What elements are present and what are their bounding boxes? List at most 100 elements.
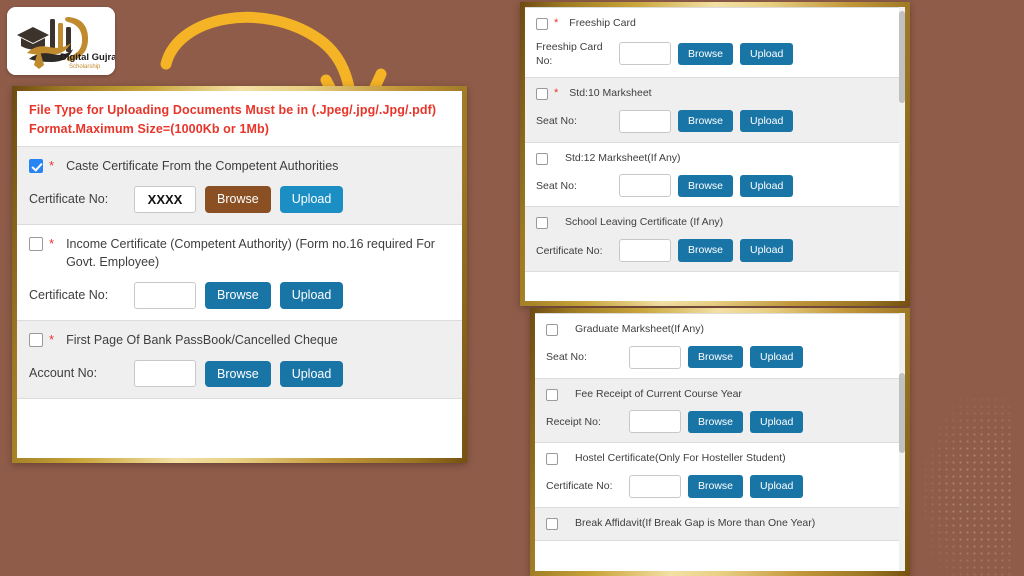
document-number-input[interactable] xyxy=(629,345,681,369)
document-row-header: *Break Affidavit(If Break Gap is More th… xyxy=(546,516,894,531)
document-checkbox[interactable] xyxy=(546,453,558,466)
upload-button[interactable]: Upload xyxy=(750,410,804,434)
browse-button[interactable]: Browse xyxy=(688,345,744,369)
file-type-notice: File Type for Uploading Documents Must b… xyxy=(17,91,462,146)
document-number-input[interactable] xyxy=(629,410,681,434)
document-row-controls: Account No: Browse Upload xyxy=(29,360,450,388)
browse-button[interactable]: Browse xyxy=(205,282,271,309)
upload-button[interactable]: Upload xyxy=(740,109,794,133)
document-row-controls: Freeship Card No: Browse Upload xyxy=(536,40,894,68)
document-checkbox[interactable] xyxy=(546,388,558,401)
document-checkbox[interactable] xyxy=(29,236,43,251)
field-label: Seat No: xyxy=(546,351,587,364)
document-row-header: * First Page Of Bank PassBook/Cancelled C… xyxy=(29,331,450,349)
document-row: *Fee Receipt of Current Course Year Recei… xyxy=(535,378,905,444)
document-row-controls: Seat No: Browse Upload xyxy=(536,109,894,133)
required-asterisk: * xyxy=(49,332,55,348)
upload-button[interactable]: Upload xyxy=(740,174,794,198)
svg-text:Scholarship: Scholarship xyxy=(69,64,101,70)
document-row-controls: Seat No: Browse Upload xyxy=(546,345,894,369)
document-checkbox[interactable] xyxy=(536,217,548,230)
document-checkbox[interactable] xyxy=(29,333,43,348)
document-checkbox[interactable] xyxy=(536,18,548,30)
browse-button[interactable]: Browse xyxy=(688,410,744,434)
svg-text:Digital Gujrat: Digital Gujrat xyxy=(60,52,115,63)
field-label: Certificate No: xyxy=(536,244,603,257)
required-asterisk: * xyxy=(554,87,559,100)
document-label: Freeship Card xyxy=(569,17,636,29)
document-checkbox[interactable] xyxy=(536,152,548,165)
document-row-header: *School Leaving Certificate (If Any) xyxy=(536,215,894,230)
document-row-header: *Hostel Certificate(Only For Hosteller S… xyxy=(546,451,894,466)
browse-button[interactable]: Browse xyxy=(688,475,744,498)
document-row: *School Leaving Certificate (If Any) Cert… xyxy=(525,207,905,273)
field-label: Account No: xyxy=(29,366,98,381)
document-number-input[interactable] xyxy=(134,360,196,388)
decorative-dot-grid xyxy=(922,396,1014,576)
notice-line-1: File Type for Uploading Documents Must b… xyxy=(29,103,437,117)
field-label: Certificate No: xyxy=(546,480,613,493)
scrollbar-thumb[interactable] xyxy=(899,373,905,453)
document-number-input[interactable] xyxy=(619,42,671,66)
document-label: Income Certificate (Competent Authority)… xyxy=(66,236,435,269)
screenshot-stage: Digital Gujrat Scholarship File Type for… xyxy=(0,0,1024,576)
document-label: Graduate Marksheet(If Any) xyxy=(575,323,704,335)
document-row: * Freeship Card Freeship Card No: Browse Upl… xyxy=(525,8,905,79)
document-row-list: *Graduate Marksheet(If Any) Seat No: Brows… xyxy=(535,313,905,541)
document-row-controls: Certificate No: Browse Upload xyxy=(29,185,450,213)
document-row: * First Page Of Bank PassBook/Cancelled C… xyxy=(17,321,462,400)
document-row-controls: Seat No: Browse Upload xyxy=(536,174,894,198)
document-number-input[interactable] xyxy=(619,239,671,263)
required-asterisk: * xyxy=(554,17,559,29)
browse-button[interactable]: Browse xyxy=(678,109,734,133)
upload-button[interactable]: Upload xyxy=(750,475,804,498)
browse-button[interactable]: Browse xyxy=(678,239,734,262)
scrollbar-track[interactable] xyxy=(899,313,905,571)
document-checkbox[interactable] xyxy=(536,88,548,101)
document-checkbox[interactable] xyxy=(546,518,558,531)
browse-button[interactable]: Browse xyxy=(678,174,734,198)
field-label: Seat No: xyxy=(536,115,577,128)
scrollbar-thumb[interactable] xyxy=(899,11,905,103)
document-label: Hostel Certificate(Only For Hosteller St… xyxy=(575,452,786,465)
browse-button[interactable]: Browse xyxy=(205,186,271,213)
document-row-controls: Certificate No: Browse Upload xyxy=(536,239,894,263)
browse-button[interactable]: Browse xyxy=(678,42,734,66)
document-row-list: * Caste Certificate From the Competent Au… xyxy=(17,145,462,400)
document-number-input[interactable] xyxy=(619,109,671,133)
document-number-input[interactable] xyxy=(619,174,671,198)
document-label: Std:10 Marksheet xyxy=(569,87,652,100)
document-label: Break Affidavit(If Break Gap is More tha… xyxy=(575,517,816,530)
document-row-header: * Income Certificate (Competent Authority… xyxy=(29,235,450,271)
document-row: * Std:10 Marksheet Seat No: Browse Upload xyxy=(525,78,905,143)
document-row: * Caste Certificate From the Competent Au… xyxy=(17,146,462,225)
document-row: *Std:12 Marksheet(If Any) Seat No: BrowseU… xyxy=(525,142,905,208)
document-label: Fee Receipt of Current Course Year xyxy=(575,387,742,400)
notice-line-2: Format.Maximum Size=(1000Kb or 1Mb) xyxy=(29,122,270,137)
required-asterisk: * xyxy=(49,157,55,173)
document-row-header: *Std:12 Marksheet(If Any) xyxy=(536,151,894,166)
browse-button[interactable]: Browse xyxy=(205,360,271,387)
document-checkbox[interactable] xyxy=(546,324,558,336)
document-row: *Graduate Marksheet(If Any) Seat No: Brows… xyxy=(535,314,905,379)
document-checkbox[interactable] xyxy=(29,158,43,173)
document-number-input[interactable] xyxy=(134,282,196,310)
upload-button[interactable]: Upload xyxy=(750,345,804,369)
upload-button[interactable]: Upload xyxy=(279,282,344,309)
upload-button[interactable]: Upload xyxy=(740,42,794,66)
upload-button[interactable]: Upload xyxy=(279,186,344,213)
document-number-input[interactable] xyxy=(134,185,196,213)
upload-button[interactable]: Upload xyxy=(740,239,794,262)
field-label: Seat No: xyxy=(536,179,577,192)
document-row-list: * Freeship Card Freeship Card No: Browse Upl… xyxy=(525,7,905,273)
document-row-header: *Graduate Marksheet(If Any) xyxy=(546,322,894,337)
scrollbar-track[interactable] xyxy=(899,7,905,301)
document-row: * Income Certificate (Competent Authority… xyxy=(17,224,462,322)
field-label: Freeship Card No: xyxy=(536,40,603,67)
document-row-header: * Caste Certificate From the Competent Au… xyxy=(29,157,450,175)
upload-documents-panel-main: File Type for Uploading Documents Must b… xyxy=(12,86,467,463)
upload-button[interactable]: Upload xyxy=(279,360,344,387)
upload-documents-panel-top-right: * Freeship Card Freeship Card No: Browse Upl… xyxy=(520,2,910,306)
document-number-input[interactable] xyxy=(629,475,681,499)
upload-documents-panel-bottom-right: *Graduate Marksheet(If Any) Seat No: Brows… xyxy=(530,308,910,576)
